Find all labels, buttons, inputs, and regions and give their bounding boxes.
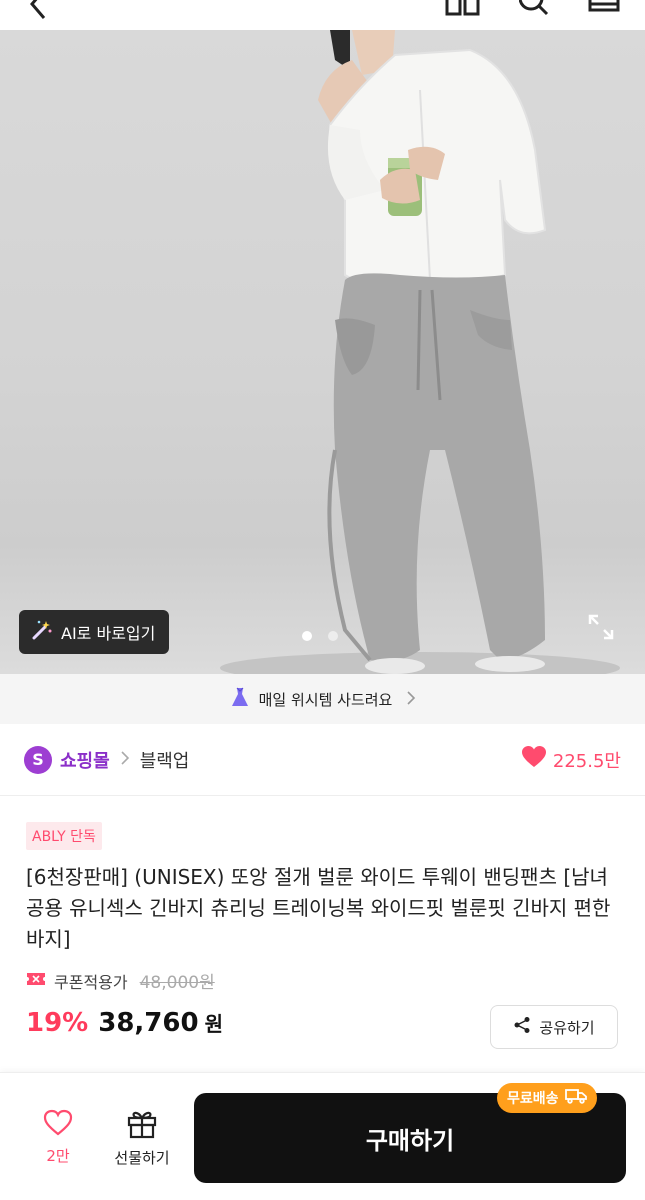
search-icon[interactable] (518, 0, 549, 28)
bottom-action-bar: 2만 선물하기 구매하기 무료배송 (0, 1072, 645, 1200)
heart-outline-icon (43, 1109, 73, 1141)
wishlist-button[interactable]: 2만 (30, 1109, 86, 1166)
ai-try-on-label: AI로 바로입기 (61, 624, 156, 643)
chevron-right-icon (406, 690, 416, 709)
store-row: S 쇼핑몰 블랙업 225.5만 (0, 724, 645, 796)
likes-count: 225.5만 (552, 750, 621, 772)
truck-icon (564, 1088, 587, 1108)
wish-banner-text: 매일 위시템 사드려요 (258, 690, 393, 709)
currency-unit: 원 (204, 1012, 223, 1036)
dress-icon (229, 686, 251, 712)
free-shipping-badge: 무료배송 (497, 1083, 597, 1113)
carousel-dot-2[interactable] (328, 631, 338, 641)
gift-icon (126, 1109, 158, 1143)
exclusive-badge: ABLY 단독 (26, 822, 102, 850)
product-photo (220, 30, 620, 674)
carousel-indicator (302, 631, 338, 641)
share-label: 공유하기 (539, 1018, 595, 1037)
share-icon (513, 1016, 531, 1038)
free-shipping-label: 무료배송 (507, 1091, 559, 1107)
chevron-right-icon (120, 750, 130, 769)
coupon-price-row: 쿠폰적용가 48,000원 (26, 968, 215, 993)
brand-name[interactable]: 블랙업 (140, 747, 190, 773)
share-button[interactable]: 공유하기 (490, 1005, 618, 1049)
expand-icon[interactable] (588, 614, 614, 644)
product-image-carousel[interactable]: AI로 바로입기 (0, 30, 645, 674)
price-row: 19% 38,760 원 (26, 1008, 223, 1038)
gift-label: 선물하기 (114, 1149, 170, 1167)
coupon-label: 쿠폰적용가 (54, 972, 128, 992)
ai-try-on-button[interactable]: AI로 바로입기 (19, 610, 170, 654)
coupon-icon (26, 971, 46, 991)
heart-icon (521, 745, 547, 774)
carousel-dot-1[interactable] (302, 631, 312, 641)
wishlist-count: 2만 (46, 1147, 70, 1165)
discount-rate: 19% (26, 1008, 89, 1038)
store-name[interactable]: 쇼핑몰 (60, 747, 110, 773)
grid-icon[interactable] (445, 0, 481, 28)
top-header (0, 0, 645, 30)
sale-price: 38,760 (98, 1008, 199, 1038)
gift-button[interactable]: 선물하기 (104, 1109, 180, 1168)
store-likes[interactable]: 225.5만 (521, 745, 621, 774)
wish-banner[interactable]: 매일 위시템 사드려요 (0, 674, 645, 724)
product-title: [6천장판매] (UNISEX) 또앙 절개 벌룬 와이드 투웨이 밴딩팬츠 [… (26, 865, 611, 951)
cart-icon[interactable] (587, 0, 621, 28)
store-badge[interactable]: S (24, 745, 52, 774)
original-price: 48,000원 (139, 973, 215, 993)
chevron-left-icon[interactable] (28, 0, 50, 28)
magic-wand-icon (31, 619, 53, 645)
